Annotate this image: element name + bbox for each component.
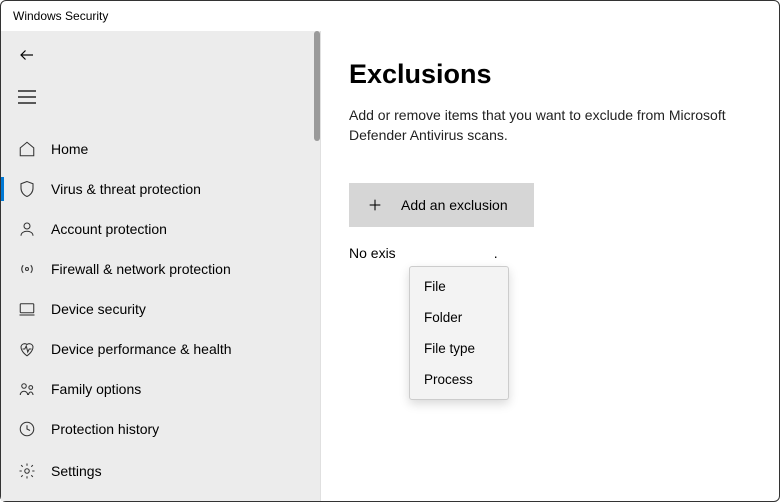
plus-icon bbox=[367, 197, 383, 213]
heart-icon bbox=[17, 339, 37, 359]
menu-item-file[interactable]: File bbox=[410, 271, 508, 302]
person-icon bbox=[17, 219, 37, 239]
menu-item-file-type[interactable]: File type bbox=[410, 333, 508, 364]
home-icon bbox=[17, 139, 37, 159]
back-arrow-icon bbox=[18, 46, 36, 64]
nav-firewall[interactable]: Firewall & network protection bbox=[1, 249, 320, 289]
menu-button[interactable] bbox=[7, 77, 47, 117]
main-panel: Exclusions Add or remove items that you … bbox=[321, 31, 779, 501]
nav-label: Protection history bbox=[51, 421, 159, 437]
nav-label: Account protection bbox=[51, 221, 167, 237]
nav-label: Home bbox=[51, 141, 88, 157]
nav-label: Virus & threat protection bbox=[51, 181, 201, 197]
titlebar: Windows Security bbox=[1, 1, 779, 31]
menu-item-process[interactable]: Process bbox=[410, 364, 508, 395]
content-area: Home Virus & threat protection Acco bbox=[1, 31, 779, 501]
nav-family[interactable]: Family options bbox=[1, 369, 320, 409]
nav-performance[interactable]: Device performance & health bbox=[1, 329, 320, 369]
nav-settings[interactable]: Settings bbox=[1, 451, 320, 491]
history-icon bbox=[17, 419, 37, 439]
add-exclusion-label: Add an exclusion bbox=[401, 197, 508, 213]
device-icon bbox=[17, 299, 37, 319]
nav-virus-threat[interactable]: Virus & threat protection bbox=[1, 169, 320, 209]
family-icon bbox=[17, 379, 37, 399]
add-exclusion-menu: File Folder File type Process bbox=[409, 266, 509, 400]
nav-protection-history[interactable]: Protection history bbox=[1, 409, 320, 449]
nav-label: Device performance & health bbox=[51, 341, 232, 357]
page-description: Add or remove items that you want to exc… bbox=[349, 106, 749, 145]
add-exclusion-button[interactable]: Add an exclusion bbox=[349, 183, 534, 227]
network-icon bbox=[17, 259, 37, 279]
nav-label: Device security bbox=[51, 301, 146, 317]
nav-list: Home Virus & threat protection Acco bbox=[1, 129, 320, 449]
nav-home[interactable]: Home bbox=[1, 129, 320, 169]
status-prefix: No exis bbox=[349, 245, 396, 261]
status-suffix: . bbox=[494, 245, 498, 261]
hamburger-icon bbox=[18, 90, 36, 104]
nav-label: Firewall & network protection bbox=[51, 261, 231, 277]
shield-icon bbox=[17, 179, 37, 199]
page-title: Exclusions bbox=[349, 59, 751, 90]
back-button[interactable] bbox=[7, 35, 47, 75]
nav-device-security[interactable]: Device security bbox=[1, 289, 320, 329]
exclusions-status: No exisxxxxxxxxxxxxxx. bbox=[349, 245, 751, 261]
nav-label: Family options bbox=[51, 381, 141, 397]
nav-label: Settings bbox=[51, 463, 102, 479]
window-title: Windows Security bbox=[13, 9, 108, 23]
menu-item-folder[interactable]: Folder bbox=[410, 302, 508, 333]
gear-icon bbox=[17, 461, 37, 481]
nav-account[interactable]: Account protection bbox=[1, 209, 320, 249]
sidebar-scrollbar[interactable] bbox=[314, 31, 320, 141]
sidebar: Home Virus & threat protection Acco bbox=[1, 31, 321, 501]
